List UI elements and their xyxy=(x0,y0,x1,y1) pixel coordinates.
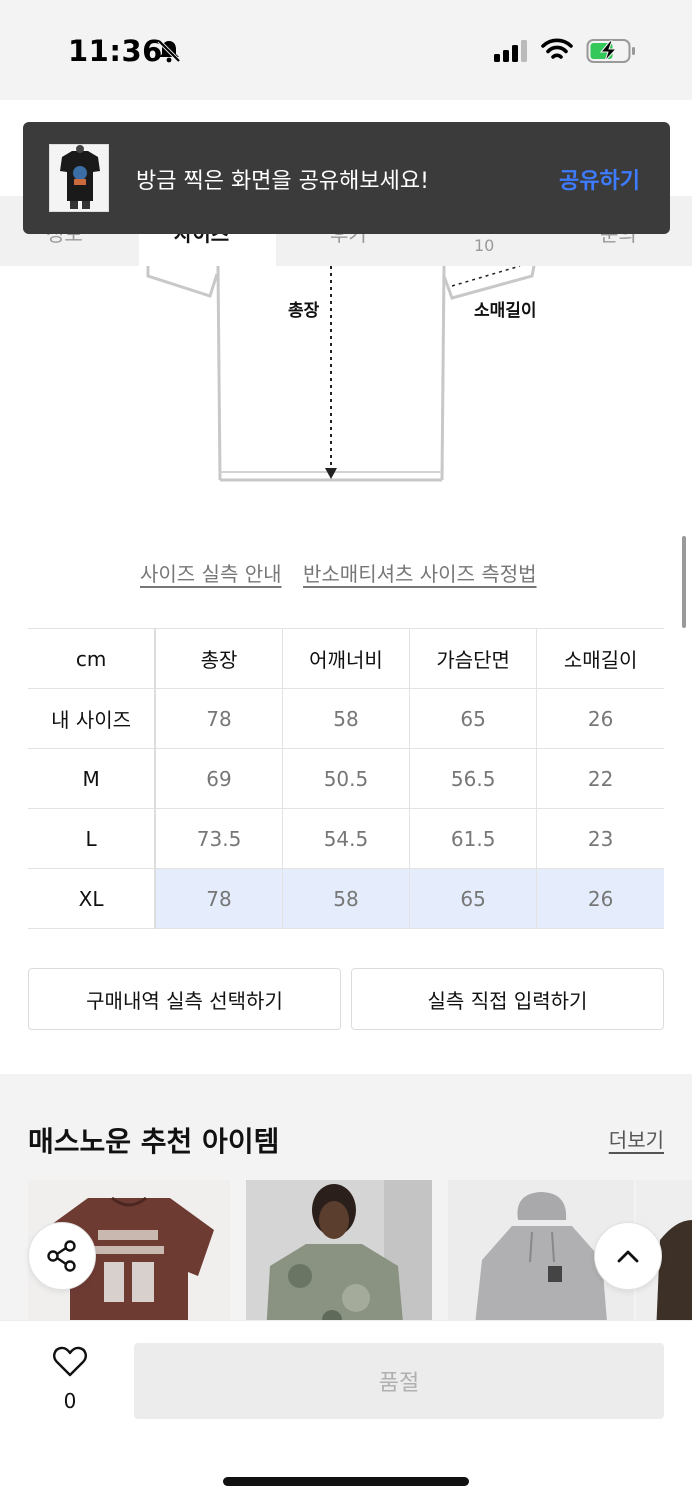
sold-out-button[interactable]: 품절 xyxy=(134,1343,664,1419)
toast-share-button[interactable]: 공유하기 xyxy=(559,163,640,195)
table-cell: 56.5 xyxy=(409,748,538,809)
status-time: 11:36 xyxy=(68,34,163,68)
table-header-row: cm 총장 어깨너비 가슴단면 소매길이 xyxy=(28,628,664,689)
heart-icon[interactable] xyxy=(52,1345,88,1379)
camo-sweatshirt-model-image xyxy=(246,1180,432,1334)
recommend-item-2[interactable] xyxy=(246,1180,432,1334)
table-cell: 78 xyxy=(155,688,283,749)
table-cell: 23 xyxy=(536,808,664,869)
table-cell: 78 xyxy=(155,868,283,929)
home-indicator xyxy=(223,1477,469,1486)
status-bar: 11:36 xyxy=(0,0,692,100)
table-cell: 58 xyxy=(282,868,411,929)
table-cell: 50.5 xyxy=(282,748,411,809)
table-row: 내 사이즈 78 58 65 26 xyxy=(28,688,664,749)
battery-charging-icon xyxy=(586,39,635,63)
recommend-title: 매스노운 추천 아이템 xyxy=(28,1125,280,1158)
header-sleeve-length: 소매길이 xyxy=(536,628,664,689)
screenshot-thumbnail[interactable] xyxy=(49,144,109,212)
size-table: cm 총장 어깨너비 가슴단면 소매길이 내 사이즈 78 58 65 26 M… xyxy=(28,628,664,929)
header-total-length: 총장 xyxy=(155,628,283,689)
scrollbar[interactable] xyxy=(682,536,686,628)
recommend-section: 매스노운 추천 아이템 더보기 xyxy=(0,1074,692,1334)
cellular-signal-icon xyxy=(494,40,527,62)
tshirt-outline xyxy=(146,266,536,482)
chevron-up-icon xyxy=(617,1250,639,1263)
table-cell: 65 xyxy=(409,688,538,749)
measurement-diagram: 총장 소매길이 xyxy=(0,266,692,506)
table-cell: 58 xyxy=(282,688,411,749)
table-row: M 69 50.5 56.5 22 xyxy=(28,748,664,809)
table-cell: 22 xyxy=(536,748,664,809)
table-row: L 73.5 54.5 61.5 23 xyxy=(28,808,664,869)
row-label-my-size: 내 사이즈 xyxy=(28,688,157,749)
sleeve-length-label: 소매길이 xyxy=(474,301,537,321)
purchase-history-measure-button[interactable]: 구매내역 실측 선택하기 xyxy=(28,968,341,1030)
table-cell: 73.5 xyxy=(155,808,283,869)
share-icon xyxy=(47,1240,76,1272)
bottom-action-bar: 0 품절 xyxy=(0,1320,692,1500)
header-chest-width: 가슴단면 xyxy=(409,628,538,689)
header-unit: cm xyxy=(28,628,157,689)
review-count-badge: 10 xyxy=(474,236,495,255)
bell-muted-icon xyxy=(157,39,181,63)
table-cell: 61.5 xyxy=(409,808,538,869)
table-cell: 26 xyxy=(536,868,664,929)
share-button[interactable] xyxy=(28,1222,96,1290)
recommend-more-link[interactable]: 더보기 xyxy=(609,1124,664,1153)
total-length-label: 총장 xyxy=(288,301,320,321)
table-row-highlighted: XL 78 58 65 26 xyxy=(28,868,664,929)
measure-method-link[interactable]: 반소매티셔츠 사이즈 측정법 xyxy=(303,558,537,587)
toast-message: 방금 찍은 화면을 공유해보세요! xyxy=(136,169,429,194)
row-label-xl: XL xyxy=(28,868,157,929)
wifi-icon xyxy=(541,38,573,59)
table-cell: 69 xyxy=(155,748,283,809)
direct-measure-input-button[interactable]: 실측 직접 입력하기 xyxy=(351,968,664,1030)
like-count: 0 xyxy=(63,1389,77,1413)
table-cell: 26 xyxy=(536,688,664,749)
row-label-l: L xyxy=(28,808,157,869)
row-label-m: M xyxy=(28,748,157,809)
table-cell: 65 xyxy=(409,868,538,929)
scroll-to-top-button[interactable] xyxy=(594,1222,662,1290)
share-toast: 방금 찍은 화면을 공유해보세요! 공유하기 xyxy=(23,122,670,234)
size-guide-link[interactable]: 사이즈 실측 안내 xyxy=(140,558,282,587)
table-cell: 54.5 xyxy=(282,808,411,869)
header-shoulder-width: 어깨너비 xyxy=(282,628,411,689)
product-detail-page: 11:36 정보 사이즈 후기 10 문의 방금 찍은 화면을 공유해보세요! … xyxy=(0,0,692,1500)
